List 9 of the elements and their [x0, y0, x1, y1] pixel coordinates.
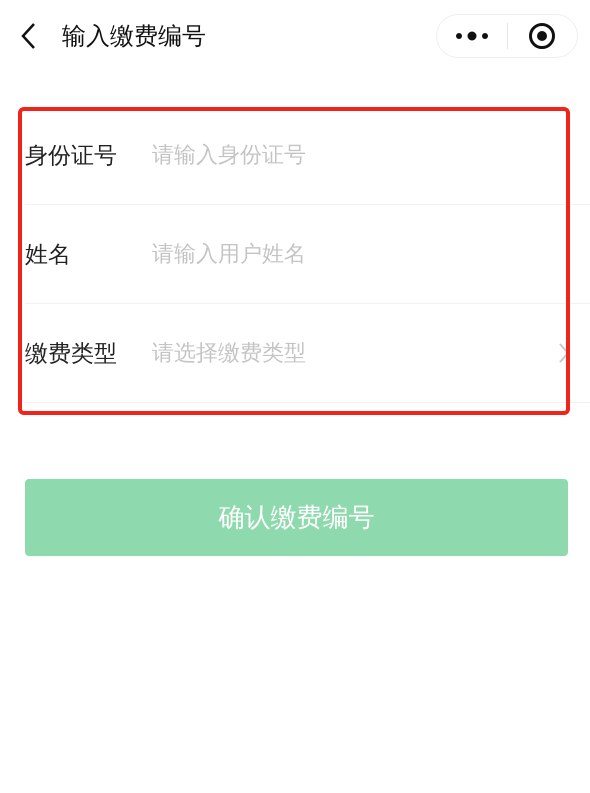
close-icon[interactable] [528, 22, 556, 50]
page-title: 输入缴费编号 [62, 21, 207, 52]
field-label: 姓名 [25, 240, 72, 270]
field-label: 身份证号 [25, 142, 118, 170]
input-field[interactable]: 请输入身份证号 [152, 142, 570, 168]
input-field[interactable]: 请输入用户姓名 [152, 242, 570, 266]
select-field[interactable]: 请选择缴费类型 [152, 338, 558, 368]
more-icon[interactable] [454, 31, 489, 41]
field-label: 缴费类型 [25, 340, 118, 368]
